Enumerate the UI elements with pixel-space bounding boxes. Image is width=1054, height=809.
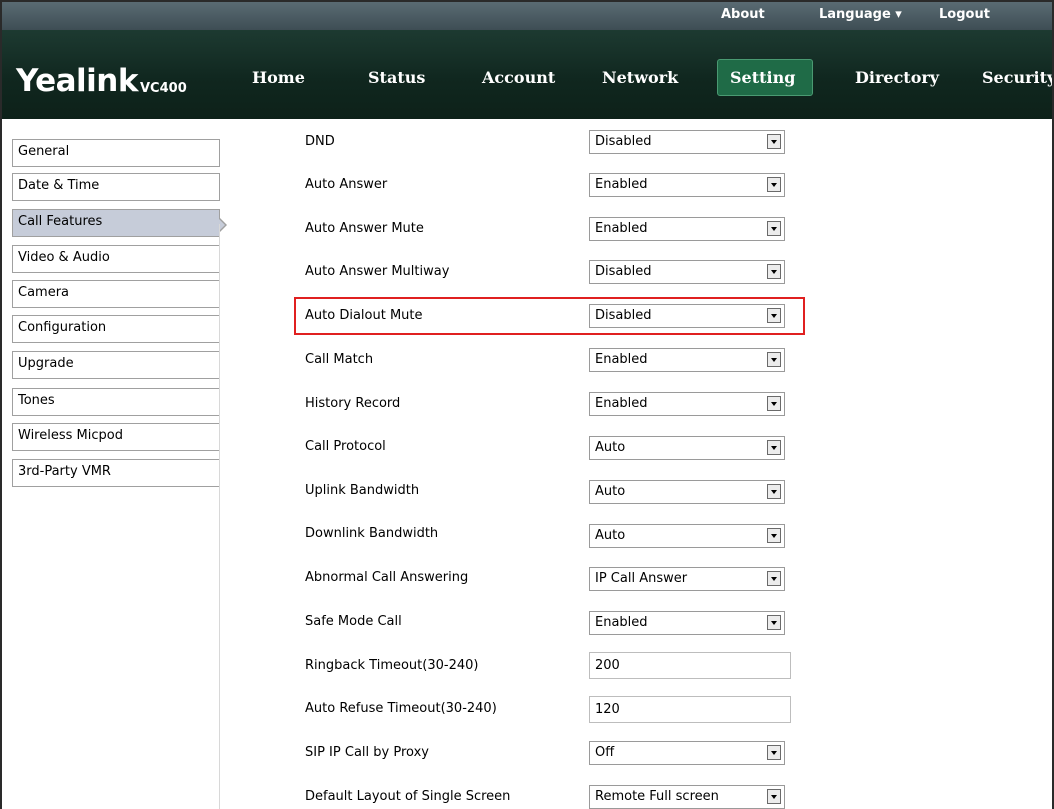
select-value: Auto [595,484,626,499]
language-menu[interactable]: Language ▾ [819,7,902,22]
field-label: Uplink Bandwidth [305,483,420,498]
sidebar-item-label: Camera [18,285,70,300]
sidebar-item-camera[interactable]: Camera [12,280,220,308]
sidebar-item-general[interactable]: General [12,139,220,167]
select-value: Disabled [595,264,652,279]
field-label: Auto Answer [305,177,388,192]
call-protocol-select[interactable]: Auto [589,436,785,460]
sidebar-item-label: Call Features [18,214,103,229]
auto-answer-multiway-select[interactable]: Disabled [589,260,785,284]
chevron-down-icon[interactable] [767,177,781,192]
chevron-down-icon[interactable] [767,789,781,804]
sidebar-item-tones[interactable]: Tones [12,388,220,416]
tab-account[interactable]: Account [482,68,555,87]
sip-ip-call-by-proxy-select[interactable]: Off [589,741,785,765]
field-label: Auto Answer Multiway [305,264,450,279]
sidebar-divider [219,224,220,809]
chevron-down-icon[interactable] [767,484,781,499]
chevron-down-icon[interactable] [767,308,781,323]
dnd-select[interactable]: Disabled [589,130,785,154]
sidebar-item-call-features[interactable]: Call Features [12,209,227,237]
field-label: Auto Dialout Mute [305,308,423,323]
field-label: Auto Refuse Timeout(30-240) [305,701,497,716]
field-label: DND [305,134,335,149]
field-label: Call Match [305,352,374,367]
select-value: IP Call Answer [595,571,688,586]
select-value: Enabled [595,396,648,411]
call-match-select[interactable]: Enabled [589,348,785,372]
sidebar-item-label: Upgrade [18,356,74,371]
field-label: SIP IP Call by Proxy [305,745,429,760]
chevron-down-icon[interactable] [767,352,781,367]
select-value: Remote Full screen [595,789,719,804]
chevron-down-icon[interactable] [767,134,781,149]
about-link[interactable]: About [721,7,765,22]
brand-logo: Yealink [16,63,138,99]
field-label: Downlink Bandwidth [305,526,439,541]
select-value: Enabled [595,177,648,192]
sidebar-item-label: Tones [18,393,55,408]
select-value: Disabled [595,134,652,149]
sidebar-item-label: Date & Time [18,178,100,193]
sidebar-item-label: Video & Audio [18,250,110,265]
sidebar-item-3rd-party-vmr[interactable]: 3rd-Party VMR [12,459,220,487]
sidebar-item-wireless-micpod[interactable]: Wireless Micpod [12,423,220,451]
auto-dialout-mute-select[interactable]: Disabled [589,304,785,328]
chevron-down-icon[interactable] [767,745,781,760]
chevron-down-icon[interactable] [767,396,781,411]
auto-refuse-timeout-input[interactable] [590,697,790,722]
tab-status[interactable]: Status [368,68,425,87]
ringback-timeout-field[interactable] [589,652,791,679]
chevron-down-icon[interactable] [767,264,781,279]
select-value: Auto [595,528,626,543]
field-label: Auto Answer Mute [305,221,424,236]
select-value: Enabled [595,221,648,236]
sidebar-item-upgrade[interactable]: Upgrade [12,351,220,379]
sidebar-item-video-audio[interactable]: Video & Audio [12,245,220,273]
select-value: Disabled [595,308,652,323]
sidebar-item-label: Configuration [18,320,107,335]
auto-answer-select[interactable]: Enabled [589,173,785,197]
tab-home[interactable]: Home [252,68,305,87]
uplink-bandwidth-select[interactable]: Auto [589,480,785,504]
chevron-down-icon[interactable] [767,221,781,236]
chevron-down-icon[interactable] [767,571,781,586]
chevron-down-icon[interactable] [767,528,781,543]
top-bar: About Language ▾ Logout [2,2,1052,30]
select-value: Enabled [595,615,648,630]
field-label: Default Layout of Single Screen [305,789,511,804]
brand-model: VC400 [140,81,187,96]
select-value: Auto [595,440,626,455]
tab-security[interactable]: Security [982,68,1052,87]
chevron-down-icon[interactable] [767,440,781,455]
sidebar-item-date-time[interactable]: Date & Time [12,173,220,201]
ringback-timeout-input[interactable] [590,653,790,678]
default-layout-select[interactable]: Remote Full screen [589,785,785,809]
auto-answer-mute-select[interactable]: Enabled [589,217,785,241]
abnormal-call-answering-select[interactable]: IP Call Answer [589,567,785,591]
field-label: History Record [305,396,401,411]
field-label: Ringback Timeout(30-240) [305,658,479,673]
auto-refuse-timeout-field[interactable] [589,696,791,723]
tab-network[interactable]: Network [602,68,678,87]
tab-directory[interactable]: Directory [855,68,939,87]
field-label: Abnormal Call Answering [305,570,469,585]
header: Yealink VC400 Home Status Account Networ… [2,30,1052,119]
logout-link[interactable]: Logout [939,7,990,22]
tab-setting[interactable]: Setting [730,68,795,87]
select-value: Enabled [595,352,648,367]
select-value: Off [595,745,615,760]
sidebar-item-label: Wireless Micpod [18,428,123,443]
field-label: Call Protocol [305,439,386,454]
safe-mode-call-select[interactable]: Enabled [589,611,785,635]
field-label: Safe Mode Call [305,614,402,629]
chevron-down-icon[interactable] [767,615,781,630]
app-window: About Language ▾ Logout Yealink VC400 Ho… [0,0,1054,809]
downlink-bandwidth-select[interactable]: Auto [589,524,785,548]
sidebar-item-label: 3rd-Party VMR [18,464,111,479]
history-record-select[interactable]: Enabled [589,392,785,416]
sidebar-item-label: General [18,144,70,159]
sidebar-item-configuration[interactable]: Configuration [12,315,220,343]
